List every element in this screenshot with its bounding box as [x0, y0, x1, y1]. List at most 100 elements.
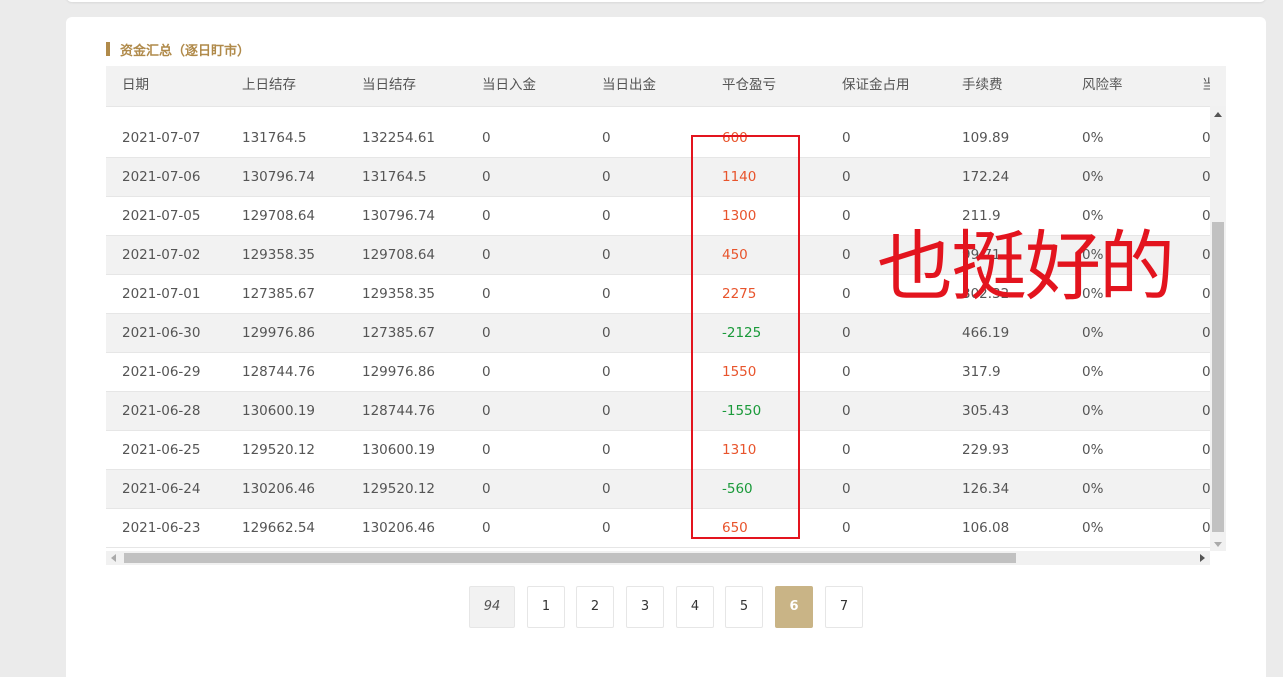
cell-more: 0 [1202, 325, 1210, 341]
cell-more: 0 [1202, 286, 1210, 302]
header-close-pnl[interactable]: 平仓盈亏 [722, 66, 776, 105]
cell-more: 0 [1202, 208, 1210, 224]
header-curr-balance[interactable]: 当日结存 [362, 66, 416, 105]
table-row[interactable]: 2021-07-07 131764.5 132254.61 0 0 600 0 109.89 0… [106, 119, 1210, 158]
cell-deposit: 0 [482, 169, 491, 185]
cell-prev-balance: 130206.46 [242, 481, 316, 497]
cell-prev-balance: 127385.67 [242, 286, 316, 302]
funds-table: 日期 上日结存 当日结存 当日入金 当日出金 平仓盈亏 保证金占用 手续费 风险… [106, 66, 1226, 565]
cell-fee: 305.43 [962, 403, 1010, 419]
cell-fee: 229.93 [962, 442, 1010, 458]
table-row[interactable]: 2021-06-24 130206.46 129520.12 0 0 -560 0 126.3… [106, 470, 1210, 509]
table-row[interactable]: 2021-07-06 130796.74 131764.5 0 0 1140 0 172.24… [106, 158, 1210, 197]
header-deposit[interactable]: 当日入金 [482, 66, 536, 105]
header-fee[interactable]: 手续费 [962, 66, 1003, 105]
cell-risk: 0% [1082, 520, 1104, 536]
table-row[interactable]: 2021-06-29 128744.76 129976.86 0 0 1550 0 317.9… [106, 353, 1210, 392]
cell-margin: 0 [842, 364, 851, 380]
cell-curr-balance: 130206.46 [362, 520, 436, 536]
cell-more: 0 [1202, 169, 1210, 185]
cell-deposit: 0 [482, 325, 491, 341]
cell-date: 2021-06-29 [122, 364, 201, 380]
cell-more: 0 [1202, 403, 1210, 419]
page-total: 94 [469, 586, 515, 628]
cell-risk: 0% [1082, 481, 1104, 497]
cell-fee: 172.24 [962, 169, 1010, 185]
cell-prev-balance: 129358.35 [242, 247, 316, 263]
table-row[interactable]: 2021-06-25 129520.12 130600.19 0 0 1310 0 229.9… [106, 431, 1210, 470]
cell-date: 2021-06-23 [122, 520, 201, 536]
cell-risk: 0% [1082, 442, 1104, 458]
cell-date: 2021-06-24 [122, 481, 201, 497]
cell-curr-balance: 127385.67 [362, 325, 436, 341]
cell-date: 2021-06-25 [122, 442, 201, 458]
scroll-up-icon[interactable] [1214, 112, 1222, 117]
cell-curr-balance: 132254.61 [362, 130, 436, 146]
cell-date: 2021-06-28 [122, 403, 201, 419]
cell-withdrawal: 0 [602, 403, 611, 419]
cell-withdrawal: 0 [602, 481, 611, 497]
cell-date: 2021-07-05 [122, 208, 201, 224]
cell-risk: 0% [1082, 325, 1104, 341]
cell-prev-balance: 129708.64 [242, 208, 316, 224]
cell-prev-balance: 130796.74 [242, 169, 316, 185]
cell-risk: 0% [1082, 403, 1104, 419]
header-more[interactable]: 当日 [1202, 66, 1210, 105]
cell-deposit: 0 [482, 403, 491, 419]
cell-withdrawal: 0 [602, 286, 611, 302]
title-accent-bar [106, 42, 110, 56]
vertical-scroll-thumb[interactable] [1212, 222, 1224, 532]
cell-margin: 0 [842, 208, 851, 224]
cell-margin: 0 [842, 169, 851, 185]
section-title: 资金汇总（逐日盯市） [106, 40, 250, 59]
cell-withdrawal: 0 [602, 247, 611, 263]
cell-deposit: 0 [482, 247, 491, 263]
cell-date: 2021-06-30 [122, 325, 201, 341]
scroll-corner [1210, 551, 1226, 565]
header-prev-balance[interactable]: 上日结存 [242, 66, 296, 105]
page-5-button[interactable]: 5 [725, 586, 763, 628]
cell-more: 0 [1202, 481, 1210, 497]
cell-curr-balance: 128744.76 [362, 403, 436, 419]
cell-withdrawal: 0 [602, 364, 611, 380]
cell-more: 0 [1202, 130, 1210, 146]
cell-date: 2021-07-06 [122, 169, 201, 185]
page-3-button[interactable]: 3 [626, 586, 664, 628]
cell-withdrawal: 0 [602, 169, 611, 185]
header-margin[interactable]: 保证金占用 [842, 66, 910, 105]
table-row[interactable]: 2021-06-28 130600.19 128744.76 0 0 -1550 0 305.… [106, 392, 1210, 431]
cell-date: 2021-07-01 [122, 286, 201, 302]
cell-margin: 0 [842, 286, 851, 302]
page-6-button[interactable]: 6 [775, 586, 813, 628]
table-row[interactable]: 2021-06-30 129976.86 127385.67 0 0 -2125 0 466.… [106, 314, 1210, 353]
cell-curr-balance: 129520.12 [362, 481, 436, 497]
cell-deposit: 0 [482, 364, 491, 380]
cell-fee: 126.34 [962, 481, 1010, 497]
cell-deposit: 0 [482, 286, 491, 302]
cell-margin: 0 [842, 442, 851, 458]
horizontal-scrollbar[interactable] [106, 551, 1210, 565]
cell-prev-balance: 130600.19 [242, 403, 316, 419]
header-withdrawal[interactable]: 当日出金 [602, 66, 656, 105]
scroll-right-icon[interactable] [1200, 554, 1205, 562]
table-row[interactable]: 2021-06-23 129662.54 130206.46 0 0 650 0 106.08… [106, 509, 1210, 548]
page-4-button[interactable]: 4 [676, 586, 714, 628]
cell-withdrawal: 0 [602, 130, 611, 146]
cell-withdrawal: 0 [602, 325, 611, 341]
header-risk[interactable]: 风险率 [1082, 66, 1123, 105]
horizontal-scroll-thumb[interactable] [124, 553, 1016, 563]
header-date[interactable]: 日期 [122, 66, 149, 105]
page-7-button[interactable]: 7 [825, 586, 863, 628]
vertical-scrollbar[interactable] [1210, 106, 1226, 551]
cell-more: 0 [1202, 247, 1210, 263]
cell-prev-balance: 128744.76 [242, 364, 316, 380]
cell-risk: 0% [1082, 364, 1104, 380]
cell-margin: 0 [842, 481, 851, 497]
cell-prev-balance: 129520.12 [242, 442, 316, 458]
cell-deposit: 0 [482, 442, 491, 458]
cell-fee: 317.9 [962, 364, 1001, 380]
scroll-left-icon[interactable] [111, 554, 116, 562]
scroll-down-icon[interactable] [1214, 542, 1222, 547]
page-1-button[interactable]: 1 [527, 586, 565, 628]
page-2-button[interactable]: 2 [576, 586, 614, 628]
